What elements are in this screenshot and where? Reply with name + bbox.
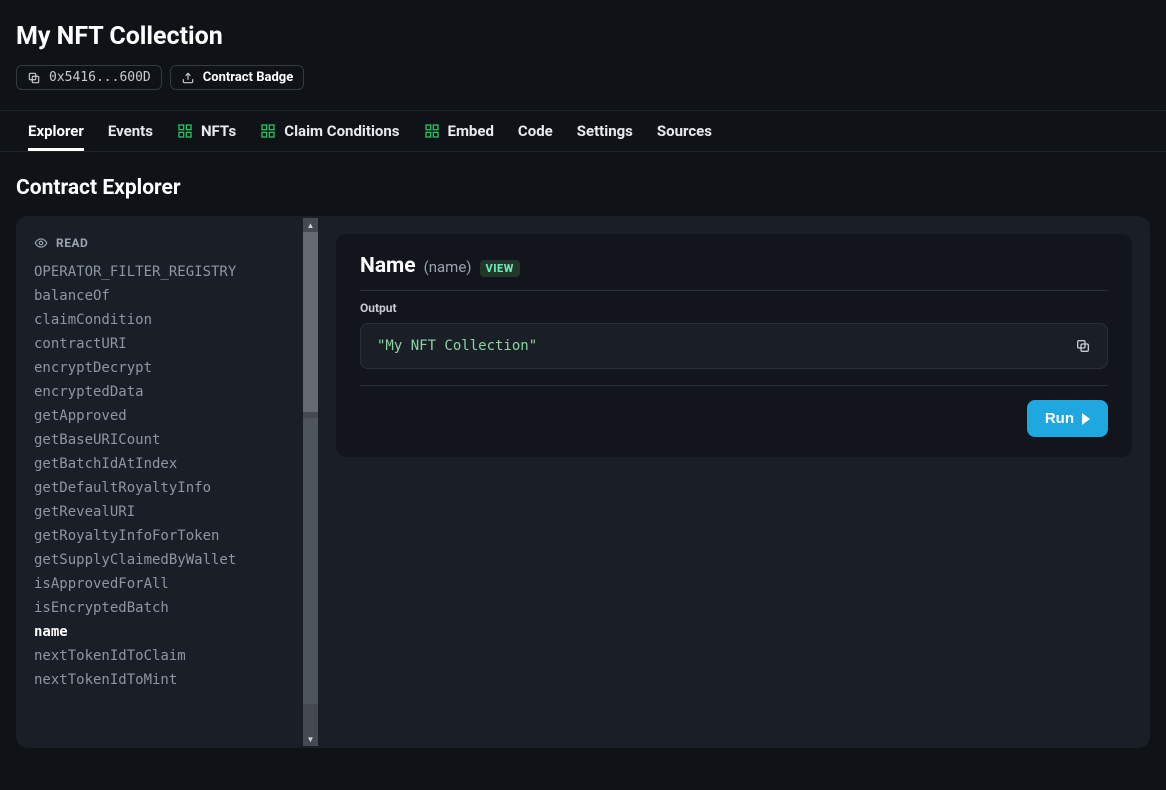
function-item-OPERATOR_FILTER_REGISTRY[interactable]: OPERATOR_FILTER_REGISTRY: [34, 264, 306, 280]
output-value: "My NFT Collection": [377, 338, 537, 354]
scrollbar-thumb[interactable]: [303, 232, 318, 412]
function-name-heading: Name: [360, 254, 416, 278]
function-item-getRevealURI[interactable]: getRevealURI: [34, 504, 306, 520]
function-item-isEncryptedBatch[interactable]: isEncryptedBatch: [34, 600, 306, 616]
function-item-getSupplyClaimedByWallet[interactable]: getSupplyClaimedByWallet: [34, 552, 306, 568]
function-item-nextTokenIdToClaim[interactable]: nextTokenIdToClaim: [34, 648, 306, 664]
tab-label: Code: [518, 122, 553, 140]
function-item-encryptedData[interactable]: encryptedData: [34, 384, 306, 400]
tab-label: NFTs: [201, 122, 236, 140]
function-item-getApproved[interactable]: getApproved: [34, 408, 306, 424]
view-badge: VIEW: [480, 260, 520, 277]
tab-label: Events: [108, 122, 153, 140]
tab-settings[interactable]: Settings: [577, 111, 633, 151]
function-item-encryptDecrypt[interactable]: encryptDecrypt: [34, 360, 306, 376]
contract-address-chip[interactable]: 0x5416...600D: [16, 65, 162, 90]
function-signature: (name): [424, 258, 472, 276]
page-title: My NFT Collection: [16, 22, 1150, 51]
scrollbar-thumb-secondary[interactable]: [303, 418, 318, 704]
function-item-nextTokenIdToMint[interactable]: nextTokenIdToMint: [34, 672, 306, 688]
read-label: READ: [56, 236, 88, 250]
function-item-getBaseURICount[interactable]: getBaseURICount: [34, 432, 306, 448]
eye-icon: [34, 236, 48, 250]
tab-events[interactable]: Events: [108, 111, 153, 151]
copy-icon: [27, 71, 41, 85]
scrollbar-track[interactable]: ▲ ▼: [303, 218, 318, 746]
function-item-isApprovedForAll[interactable]: isApprovedForAll: [34, 576, 306, 592]
function-item-balanceOf[interactable]: balanceOf: [34, 288, 306, 304]
tab-explorer[interactable]: Explorer: [28, 111, 84, 151]
contract-badge-chip[interactable]: Contract Badge: [170, 65, 304, 90]
scroll-down-arrow[interactable]: ▼: [303, 732, 318, 746]
scroll-up-arrow[interactable]: ▲: [303, 218, 318, 232]
tab-label: Claim Conditions: [284, 122, 399, 140]
tab-sources[interactable]: Sources: [657, 111, 712, 151]
contract-badge-label: Contract Badge: [203, 70, 293, 85]
share-icon: [181, 71, 195, 85]
tab-bar: Explorer Events NFTs Claim Conditions Embed C…: [0, 110, 1166, 152]
tab-claim-conditions[interactable]: Claim Conditions: [260, 111, 399, 151]
grid-icon: [424, 123, 440, 139]
tab-code[interactable]: Code: [518, 111, 553, 151]
function-item-getBatchIdAtIndex[interactable]: getBatchIdAtIndex: [34, 456, 306, 472]
tab-embed[interactable]: Embed: [424, 111, 494, 151]
tab-label: Explorer: [28, 122, 84, 140]
tab-nfts[interactable]: NFTs: [177, 111, 236, 151]
function-item-getRoyaltyInfoForToken[interactable]: getRoyaltyInfoForToken: [34, 528, 306, 544]
function-item-name[interactable]: name: [34, 624, 306, 640]
run-button[interactable]: Run: [1027, 400, 1108, 437]
function-item-claimCondition[interactable]: claimCondition: [34, 312, 306, 328]
tab-label: Settings: [577, 122, 633, 140]
section-title: Contract Explorer: [0, 152, 1166, 216]
play-icon: [1082, 413, 1090, 425]
run-button-label: Run: [1045, 410, 1074, 427]
grid-icon: [260, 123, 276, 139]
output-label: Output: [360, 301, 1108, 315]
tab-label: Embed: [448, 122, 494, 140]
copy-output-icon[interactable]: [1075, 338, 1091, 354]
contract-address-text: 0x5416...600D: [49, 70, 151, 85]
function-item-getDefaultRoyaltyInfo[interactable]: getDefaultRoyaltyInfo: [34, 480, 306, 496]
read-section-header: READ: [34, 236, 306, 250]
tab-label: Sources: [657, 122, 712, 140]
grid-icon: [177, 123, 193, 139]
function-item-contractURI[interactable]: contractURI: [34, 336, 306, 352]
